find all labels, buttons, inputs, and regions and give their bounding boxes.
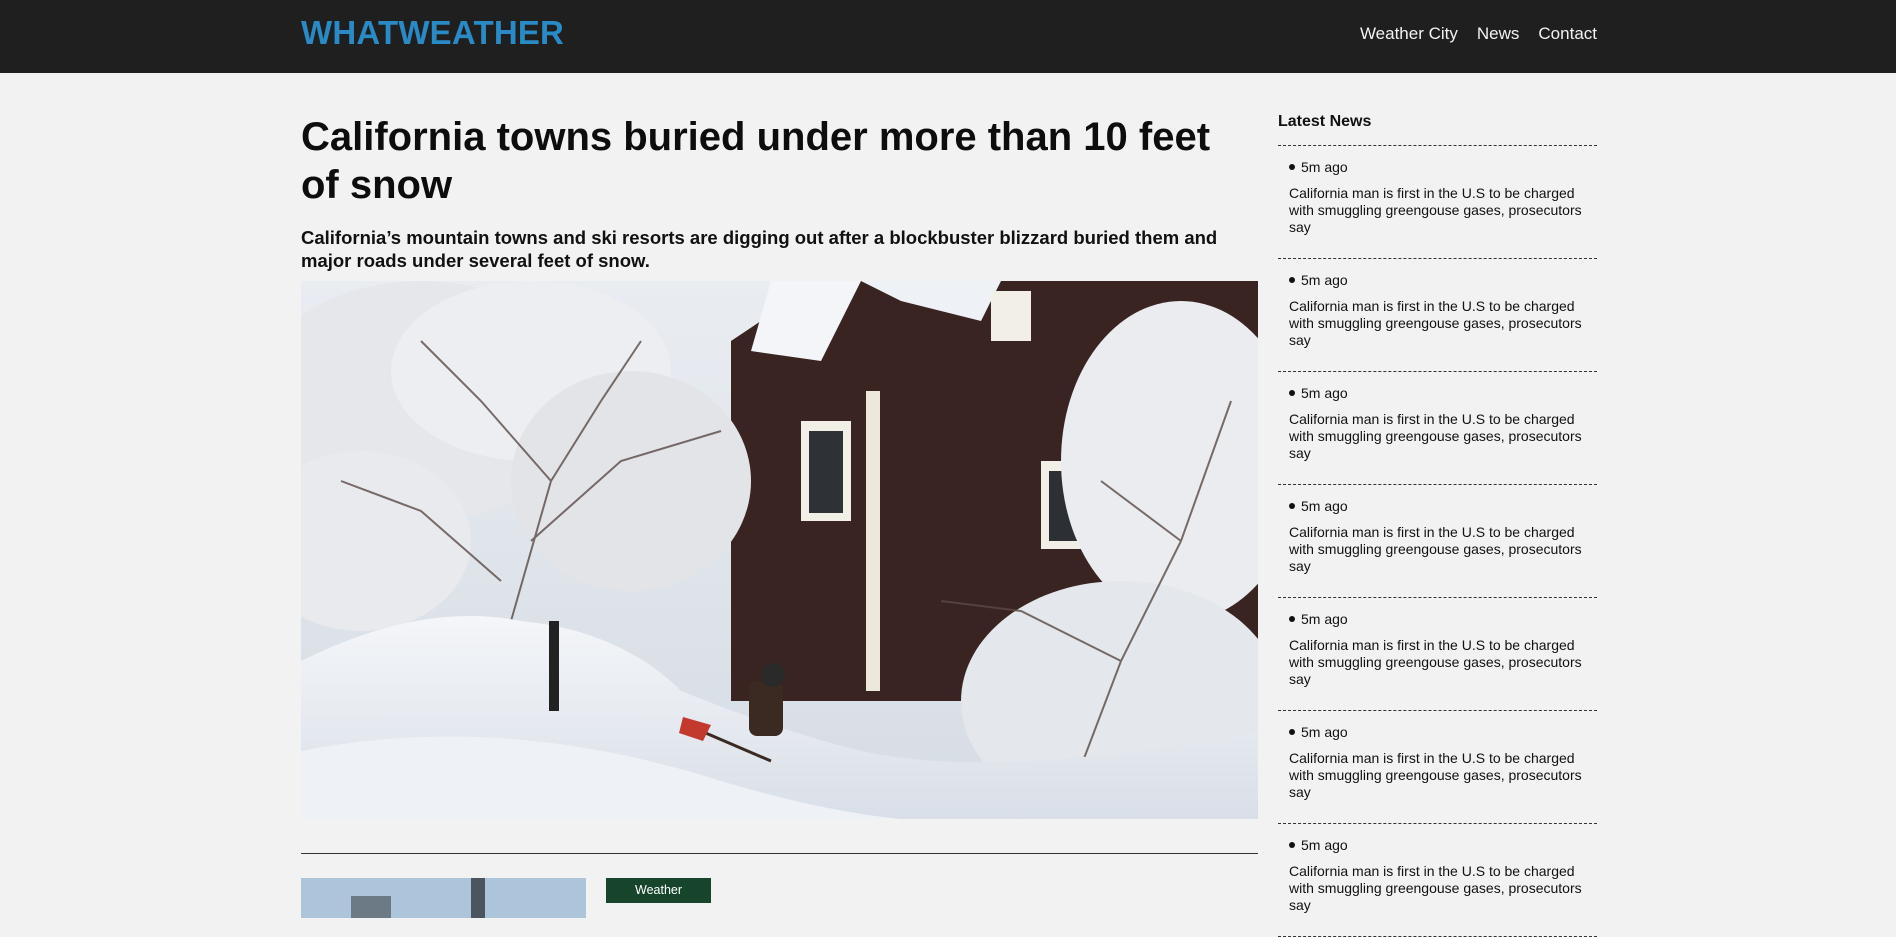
news-time-label: 5m ago — [1301, 724, 1348, 740]
news-item[interactable]: 5m ago California man is first in the U.… — [1278, 824, 1597, 937]
news-headline[interactable]: California man is first in the U.S to be… — [1289, 298, 1587, 349]
bullet-icon — [1289, 390, 1295, 396]
brand-logo[interactable]: WHATWEATHER — [301, 14, 564, 52]
news-time: 5m ago — [1289, 837, 1587, 853]
bullet-icon — [1289, 842, 1295, 848]
news-headline[interactable]: California man is first in the U.S to be… — [1289, 185, 1587, 236]
news-time: 5m ago — [1289, 272, 1587, 288]
bullet-icon — [1289, 503, 1295, 509]
news-item[interactable]: 5m ago California man is first in the U.… — [1278, 485, 1597, 598]
article-main: California towns buried under more than … — [301, 73, 1258, 918]
teaser-thumbnail[interactable] — [301, 878, 586, 918]
news-time-label: 5m ago — [1301, 611, 1348, 627]
section-divider — [301, 853, 1258, 854]
snow-house-photo — [301, 281, 1258, 819]
news-time-label: 5m ago — [1301, 159, 1348, 175]
news-item[interactable]: 5m ago California man is first in the U.… — [1278, 598, 1597, 711]
sidebar-title: Latest News — [1278, 113, 1597, 146]
teaser-card[interactable]: Weather — [301, 878, 1258, 918]
article-title: California towns buried under more than … — [301, 115, 1211, 207]
nav-news[interactable]: News — [1477, 24, 1520, 44]
category-tag[interactable]: Weather — [606, 878, 712, 903]
news-time: 5m ago — [1289, 385, 1587, 401]
latest-news-sidebar: Latest News 5m ago California man is fir… — [1278, 113, 1597, 937]
news-time-label: 5m ago — [1301, 837, 1348, 853]
article-subtitle: California’s mountain towns and ski reso… — [301, 227, 1218, 271]
news-item[interactable]: 5m ago California man is first in the U.… — [1278, 146, 1597, 259]
article-hero-image — [301, 281, 1258, 819]
teaser-photo — [301, 878, 586, 918]
bullet-icon — [1289, 616, 1295, 622]
news-time-label: 5m ago — [1301, 498, 1348, 514]
nav-weather-city[interactable]: Weather City — [1360, 24, 1458, 44]
news-time: 5m ago — [1289, 159, 1587, 175]
nav-contact[interactable]: Contact — [1538, 24, 1597, 44]
news-headline[interactable]: California man is first in the U.S to be… — [1289, 637, 1587, 688]
news-time-label: 5m ago — [1301, 272, 1348, 288]
news-item[interactable]: 5m ago California man is first in the U.… — [1278, 711, 1597, 824]
news-item[interactable]: 5m ago California man is first in the U.… — [1278, 372, 1597, 485]
bullet-icon — [1289, 277, 1295, 283]
news-item[interactable]: 5m ago California man is first in the U.… — [1278, 259, 1597, 372]
bullet-icon — [1289, 729, 1295, 735]
news-time: 5m ago — [1289, 611, 1587, 627]
bullet-icon — [1289, 164, 1295, 170]
news-time-label: 5m ago — [1301, 385, 1348, 401]
news-time: 5m ago — [1289, 724, 1587, 740]
news-headline[interactable]: California man is first in the U.S to be… — [1289, 524, 1587, 575]
site-header: WHATWEATHER Weather City News Contact — [0, 0, 1896, 73]
main-nav: Weather City News Contact — [1360, 24, 1597, 44]
news-headline[interactable]: California man is first in the U.S to be… — [1289, 750, 1587, 801]
news-time: 5m ago — [1289, 498, 1587, 514]
news-headline[interactable]: California man is first in the U.S to be… — [1289, 411, 1587, 462]
news-headline[interactable]: California man is first in the U.S to be… — [1289, 863, 1587, 914]
